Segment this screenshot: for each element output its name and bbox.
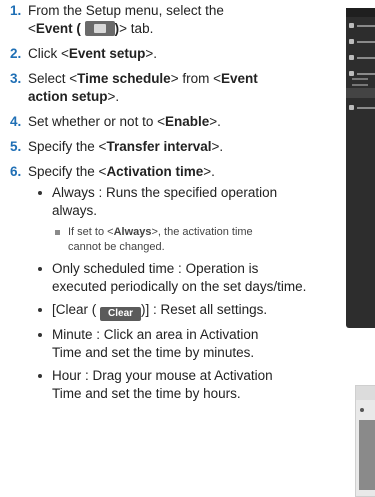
list-item-hour: Hour : Drag your mouse at Activation Tim… <box>28 367 350 403</box>
list-item-scheduled: Only scheduled time : Operation is execu… <box>28 260 350 296</box>
manual-page: 1. From the Setup menu, select the <Even… <box>0 0 375 497</box>
activation-time-screenshot <box>355 385 375 497</box>
step-number: 2. <box>10 46 22 61</box>
step-number: 3. <box>10 71 22 86</box>
step-number: 5. <box>10 139 22 154</box>
list-item-always: Always : Runs the specified operation al… <box>28 184 350 220</box>
transfer-interval-label: Transfer interval <box>106 139 212 154</box>
clear-button[interactable]: Clear <box>100 307 142 321</box>
screenshot-schedule-grid <box>359 420 375 490</box>
screenshot-submenu-line <box>352 84 368 86</box>
event-tab-label: Event ( <box>35 21 81 36</box>
step-text: From the Setup menu, select the <box>28 3 224 18</box>
step-2: 2. Click <Event setup>. <box>10 46 158 61</box>
screenshot-menu-row <box>349 104 375 112</box>
screenshot-menu-row <box>349 38 375 46</box>
enable-label: Enable <box>164 114 210 129</box>
setup-menu-screenshot <box>346 8 375 328</box>
activation-time-label: Activation time <box>106 164 204 179</box>
list-item-clear: [Clear ( Clear)] : Reset all settings. <box>28 301 350 321</box>
step-number: 1. <box>10 3 22 18</box>
note-square-icon <box>55 230 60 235</box>
screenshot-submenu-line <box>352 78 368 80</box>
step-5: 5. Specify the <Transfer interval>. <box>10 139 224 154</box>
screenshot-header <box>356 386 375 400</box>
event-tab-icon <box>84 21 115 36</box>
time-schedule-label: Time schedule <box>77 71 171 86</box>
instructions: 1. From the Setup menu, select the <Even… <box>10 2 350 410</box>
list-item-minute: Minute : Click an area in Activation Tim… <box>28 326 350 362</box>
screenshot-radio <box>360 408 364 412</box>
step-4: 4. Set whether or not to <Enable>. <box>10 114 221 129</box>
step-1: 1. From the Setup menu, select the <Even… <box>10 2 350 38</box>
activation-time-options: Always : Runs the specified operation al… <box>28 184 350 403</box>
screenshot-selected-row <box>346 88 375 98</box>
step-3: 3. Select <Time schedule> from <Event ac… <box>10 71 258 104</box>
screenshot-title-bar <box>346 8 375 17</box>
step-number: 4. <box>10 114 22 129</box>
event-action-setup-label: action setup <box>28 89 108 104</box>
note-always: If set to <Always>, the activation time … <box>28 225 350 255</box>
event-setup-label: Event setup <box>68 46 146 61</box>
step-6: 6. Specify the <Activation time>. Always… <box>10 163 350 403</box>
screenshot-menu-row <box>349 70 375 78</box>
screenshot-menu-row <box>349 22 375 30</box>
step-number: 6. <box>10 164 22 179</box>
screenshot-menu-row <box>349 54 375 62</box>
